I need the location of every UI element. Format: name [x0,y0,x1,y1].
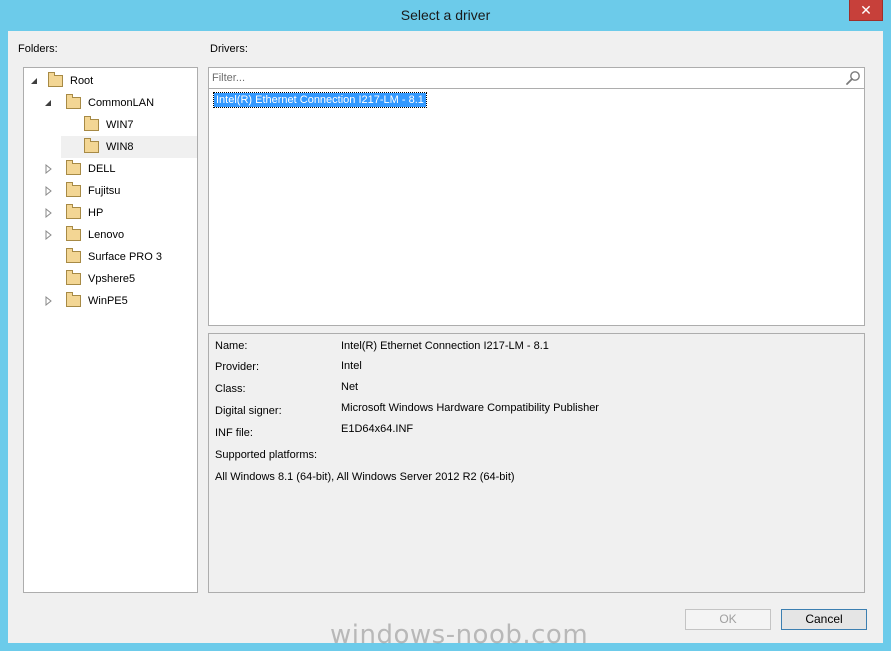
folder-icon [66,94,81,109]
folder-icon [66,204,81,219]
dialog-client: Folders: Drivers: Root CommonLAN WIN7 WI… [8,31,883,643]
name-label: Name: [215,340,248,352]
name-value: Intel(R) Ethernet Connection I217-LM - 8… [341,340,549,352]
collapsed-triangle-icon[interactable] [43,208,53,218]
collapsed-triangle-icon[interactable] [43,164,53,174]
close-icon: ✕ [860,2,872,18]
window-title: Select a driver [400,7,491,23]
cancel-button[interactable]: Cancel [781,609,867,630]
filter-input[interactable] [212,70,832,86]
provider-value: Intel [341,360,362,372]
tree-item-label: WIN7 [106,119,134,131]
search-icon[interactable] [845,70,861,86]
tree-item-label: CommonLAN [88,97,155,109]
tree-item-label: HP [88,207,104,219]
tree-item-label: WIN8 [106,141,134,153]
tree-item-label: Fujitsu [88,185,121,197]
tree-item-dell[interactable]: DELL [24,158,197,180]
driver-details-panel: Name: Intel(R) Ethernet Connection I217-… [208,333,865,593]
folder-icon [66,248,81,263]
folder-icon [66,292,81,307]
signer-value: Microsoft Windows Hardware Compatibility… [341,402,599,414]
folder-icon [66,270,81,285]
folder-icon [84,116,99,131]
tree-item-fujitsu[interactable]: Fujitsu [24,180,197,202]
platforms-label: Supported platforms: [215,449,318,461]
tree-item-label: Vpshere5 [88,273,136,285]
folder-icon [66,182,81,197]
tree-item-surface-pro-3[interactable]: Surface PRO 3 [24,246,197,268]
tree-item-win7[interactable]: WIN7 [24,114,197,136]
drivers-label: Drivers: [210,43,248,55]
drivers-list[interactable]: Intel(R) Ethernet Connection I217-LM - 8… [208,89,865,326]
platforms-value: All Windows 8.1 (64-bit), All Windows Se… [215,471,515,483]
tree-item-hp[interactable]: HP [24,202,197,224]
expanded-triangle-icon[interactable] [29,76,39,86]
tree-item-root[interactable]: Root [24,70,197,92]
signer-label: Digital signer: [215,405,282,417]
tree-item-label: WinPE5 [88,295,128,307]
dialog-window: Select a driver ✕ Folders: Drivers: Root… [0,0,891,651]
tree-item-win8[interactable]: WIN8 [61,136,197,158]
tree-item-label: Root [70,75,94,87]
folder-icon [66,160,81,175]
folders-label: Folders: [18,43,58,55]
close-button[interactable]: ✕ [849,0,883,21]
ok-button[interactable]: OK [685,609,771,630]
tree-item-vpshere5[interactable]: Vpshere5 [24,268,197,290]
folder-icon [66,226,81,241]
tree-item-lenovo[interactable]: Lenovo [24,224,197,246]
watermark: windows-noob.com [330,620,589,650]
provider-label: Provider: [215,361,260,373]
class-value: Net [341,381,359,393]
tree-item-label: Surface PRO 3 [88,251,162,263]
title-bar[interactable]: Select a driver ✕ [0,0,891,32]
tree-item-commonlan[interactable]: CommonLAN [24,92,197,114]
tree-item-label: DELL [88,163,116,175]
inf-value: E1D64x64.INF [341,423,414,435]
folders-tree[interactable]: Root CommonLAN WIN7 WIN8 DELL Fujitsu HP… [23,67,198,593]
tree-item-label: Lenovo [88,229,125,241]
folder-icon [48,72,63,87]
driver-item[interactable]: Intel(R) Ethernet Connection I217-LM - 8… [213,92,427,108]
filter-box [208,67,865,89]
collapsed-triangle-icon[interactable] [43,186,53,196]
class-label: Class: [215,383,246,395]
tree-item-winpe5[interactable]: WinPE5 [24,290,197,312]
folder-icon [84,138,99,153]
expanded-triangle-icon[interactable] [43,98,53,108]
collapsed-triangle-icon[interactable] [43,230,53,240]
collapsed-triangle-icon[interactable] [43,296,53,306]
inf-label: INF file: [215,427,253,439]
